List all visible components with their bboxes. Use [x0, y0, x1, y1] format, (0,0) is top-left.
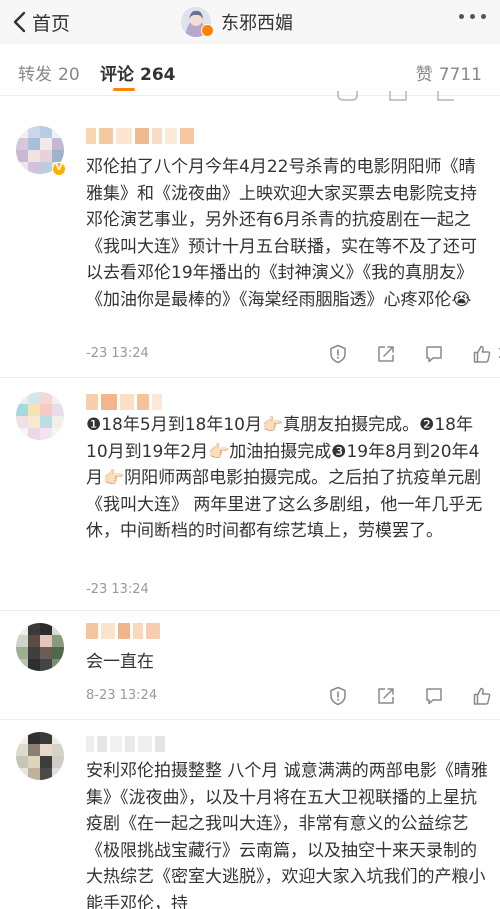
tab-reposts-label: 转发 — [18, 65, 52, 85]
back-button[interactable]: 首页 — [12, 7, 70, 37]
comment-actions: 2 — [328, 343, 500, 365]
tab-reposts[interactable]: 转发 20 — [18, 60, 80, 85]
active-tab-indicator — [113, 88, 135, 91]
comment-item: V 邓伦拍了八个月今年4月22号杀青的电影阴阳师《晴雅集》和《泷夜曲》上映欢迎大… — [0, 110, 500, 378]
previous-comment-actions — [330, 86, 490, 101]
top-nav-bar: 首页 东邪西媚 — [0, 0, 500, 44]
verified-badge-icon: V — [52, 162, 66, 176]
report-icon[interactable] — [328, 344, 348, 364]
comment-text: ❶18年5月到18年10月👉🏻真朋友拍摄完成。❷18年10月到19年2月👉🏻加油… — [86, 415, 483, 541]
reply-icon[interactable] — [424, 344, 444, 364]
author-name[interactable]: 东邪西媚 — [221, 9, 293, 35]
chevron-left-icon — [13, 11, 26, 33]
commenter-username-masked[interactable] — [86, 394, 165, 412]
author-info[interactable]: 东邪西媚 — [181, 4, 293, 40]
like-button[interactable] — [472, 686, 498, 706]
tab-reposts-count: 20 — [58, 65, 80, 85]
author-verified-badge — [201, 24, 214, 37]
back-label: 首页 — [32, 12, 71, 35]
comment-text: 邓伦拍了八个月今年4月22号杀青的电影阴阳师《晴雅集》和《泷夜曲》上映欢迎大家买… — [86, 157, 477, 310]
share-icon[interactable] — [376, 686, 396, 706]
comment-time: -23 13:24 — [86, 346, 149, 361]
reply-icon[interactable] — [424, 686, 444, 706]
comment-actions — [328, 685, 498, 707]
commenter-username-masked[interactable] — [86, 736, 168, 754]
comment-item: ❶18年5月到18年10月👉🏻真朋友拍摄完成。❷18年10月到19年2月👉🏻加油… — [0, 378, 500, 611]
report-icon[interactable] — [328, 686, 348, 706]
comment-text: 安利邓伦拍摄整整 八个月 诚意满满的两部电影《晴雅集》《泷夜曲》，以及十月将在五… — [86, 761, 488, 909]
tab-likes-count: 7711 — [438, 65, 482, 85]
tab-likes-label: 赞 — [415, 65, 433, 85]
commenter-avatar[interactable] — [16, 732, 64, 780]
share-icon[interactable] — [376, 344, 396, 364]
thumbs-up-icon — [473, 345, 491, 363]
like-button[interactable]: 2 — [472, 344, 500, 364]
tab-comments[interactable]: 评论 264 — [100, 60, 176, 85]
comment-text: 会一直在 — [86, 652, 154, 672]
thumbs-up-icon — [473, 687, 491, 705]
tab-comments-count: 264 — [140, 65, 176, 85]
commenter-avatar[interactable] — [16, 392, 64, 440]
commenter-username-masked[interactable] — [86, 623, 163, 641]
comment-item: 安利邓伦拍摄整整 八个月 诚意满满的两部电影《晴雅集》《泷夜曲》，以及十月将在五… — [0, 720, 500, 909]
tab-comments-label: 评论 — [100, 65, 134, 85]
comment-time: 8-23 13:24 — [86, 688, 158, 703]
tab-likes[interactable]: 赞 7711 — [416, 60, 482, 85]
comment-item: 会一直在 8-23 13:24 — [0, 611, 500, 720]
commenter-avatar[interactable] — [16, 623, 64, 671]
comment-time: -23 13:24 — [86, 582, 149, 597]
commenter-username-masked[interactable] — [86, 128, 197, 146]
more-horizontal-icon[interactable] — [459, 14, 486, 19]
